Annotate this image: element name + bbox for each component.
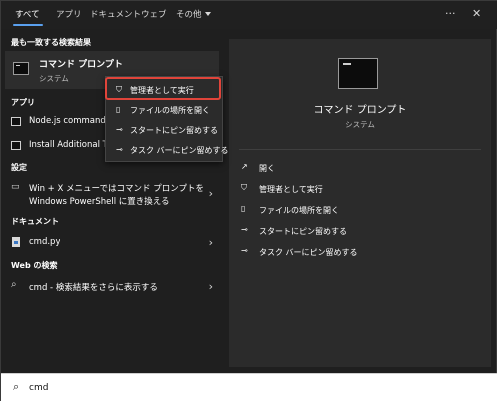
action-open[interactable]: ↗ 開く xyxy=(241,159,481,177)
best-match-title: コマンド プロンプト xyxy=(39,60,123,70)
setting-label-line2: Windows PowerShell に置き換える xyxy=(29,197,170,207)
monitor-icon: ▭ xyxy=(11,182,20,192)
document-label: cmd.py xyxy=(29,237,61,247)
app-label: Install Additional Tools for Node.js xyxy=(29,140,107,150)
list-item-document[interactable]: cmd.py › xyxy=(5,233,219,253)
action-open-file-location[interactable]: ▯ ファイルの場所を開く xyxy=(241,201,481,219)
command-prompt-icon xyxy=(13,62,29,75)
search-bar: ⌕ xyxy=(1,373,497,401)
search-input[interactable] xyxy=(29,379,479,397)
app-label: Node.js command prompt xyxy=(29,116,107,126)
search-icon: ⌕ xyxy=(13,380,20,393)
action-label: スタートにピン留めする xyxy=(259,227,347,236)
chevron-right-icon: › xyxy=(208,236,213,249)
pin-icon: ⊸ xyxy=(116,125,123,134)
context-item-pin-to-start[interactable]: ⊸ スタートにピン留めする xyxy=(106,121,224,139)
tab-documents[interactable]: ドキュメント xyxy=(90,7,141,23)
app-icon xyxy=(11,117,21,126)
context-label: スタートにピン留めする xyxy=(130,126,218,135)
section-apps: アプリ xyxy=(11,98,35,107)
close-icon[interactable]: ✕ xyxy=(472,6,481,22)
search-window: すべて アプリ ドキュメント ウェブ その他 ··· ✕ 最も一致する検索結果 … xyxy=(0,0,497,401)
web-search-label: cmd - 検索結果をさらに表示する xyxy=(29,283,158,293)
context-item-pin-to-taskbar[interactable]: ⊸ タスク バーにピン留めする xyxy=(106,141,229,159)
detail-subtitle: システム xyxy=(345,120,375,129)
list-item-web[interactable]: ⌕ cmd - 検索結果をさらに表示する › xyxy=(5,277,219,297)
action-label: タスク バーにピン留めする xyxy=(259,248,358,257)
pin-icon: ⊸ xyxy=(241,225,248,234)
context-label: ファイルの場所を開く xyxy=(130,106,210,115)
tab-all[interactable]: すべて xyxy=(15,7,40,23)
best-match-subtitle: システム xyxy=(39,74,69,83)
context-label: タスク バーにピン留めする xyxy=(130,146,229,155)
section-settings: 設定 xyxy=(11,163,27,172)
chevron-right-icon: › xyxy=(208,280,213,293)
chevron-down-icon xyxy=(204,12,211,16)
tab-more[interactable]: その他 xyxy=(176,7,211,23)
setting-label-line1: Win + X メニューではコマンド プロンプトを xyxy=(29,184,204,194)
more-options-icon[interactable]: ··· xyxy=(445,6,456,22)
action-label: 管理者として実行 xyxy=(259,185,323,194)
highlight-annotation xyxy=(105,77,221,100)
command-prompt-large-icon xyxy=(338,58,378,89)
section-documents: ドキュメント xyxy=(11,217,59,226)
file-location-icon: ▯ xyxy=(241,204,246,213)
detail-divider xyxy=(239,149,481,150)
action-label: ファイルの場所を開く xyxy=(259,206,339,215)
detail-panel: コマンド プロンプト システム ↗ 開く ⛉ 管理者として実行 ▯ ファイルの場… xyxy=(229,39,491,367)
list-item-setting[interactable]: ▭ Win + X メニューではコマンド プロンプトを Windows Powe… xyxy=(5,179,219,209)
pin-icon: ⊸ xyxy=(241,246,248,255)
action-label: 開く xyxy=(259,164,275,173)
open-icon: ↗ xyxy=(241,162,248,171)
search-icon: ⌕ xyxy=(11,279,17,290)
chevron-right-icon: › xyxy=(208,187,213,200)
tab-more-label: その他 xyxy=(176,10,202,20)
context-item-open-file-location[interactable]: ▯ ファイルの場所を開く xyxy=(106,101,224,119)
action-pin-to-start[interactable]: ⊸ スタートにピン留めする xyxy=(241,222,481,240)
filter-tabs: すべて アプリ ドキュメント ウェブ その他 ··· ✕ xyxy=(1,1,497,29)
app-icon xyxy=(11,141,21,150)
tab-web[interactable]: ウェブ xyxy=(141,7,167,23)
section-best-match: 最も一致する検索結果 xyxy=(11,38,91,47)
action-run-as-admin[interactable]: ⛉ 管理者として実行 xyxy=(241,180,481,198)
detail-title: コマンド プロンプト xyxy=(313,105,407,116)
file-location-icon: ▯ xyxy=(116,105,121,114)
section-web-search: Web の検索 xyxy=(11,261,58,270)
python-file-icon xyxy=(12,237,20,247)
tab-apps[interactable]: アプリ xyxy=(56,7,82,23)
action-pin-to-taskbar[interactable]: ⊸ タスク バーにピン留めする xyxy=(241,243,481,261)
pin-icon: ⊸ xyxy=(116,145,123,154)
active-tab-indicator xyxy=(13,24,43,26)
shield-icon: ⛉ xyxy=(241,183,247,192)
